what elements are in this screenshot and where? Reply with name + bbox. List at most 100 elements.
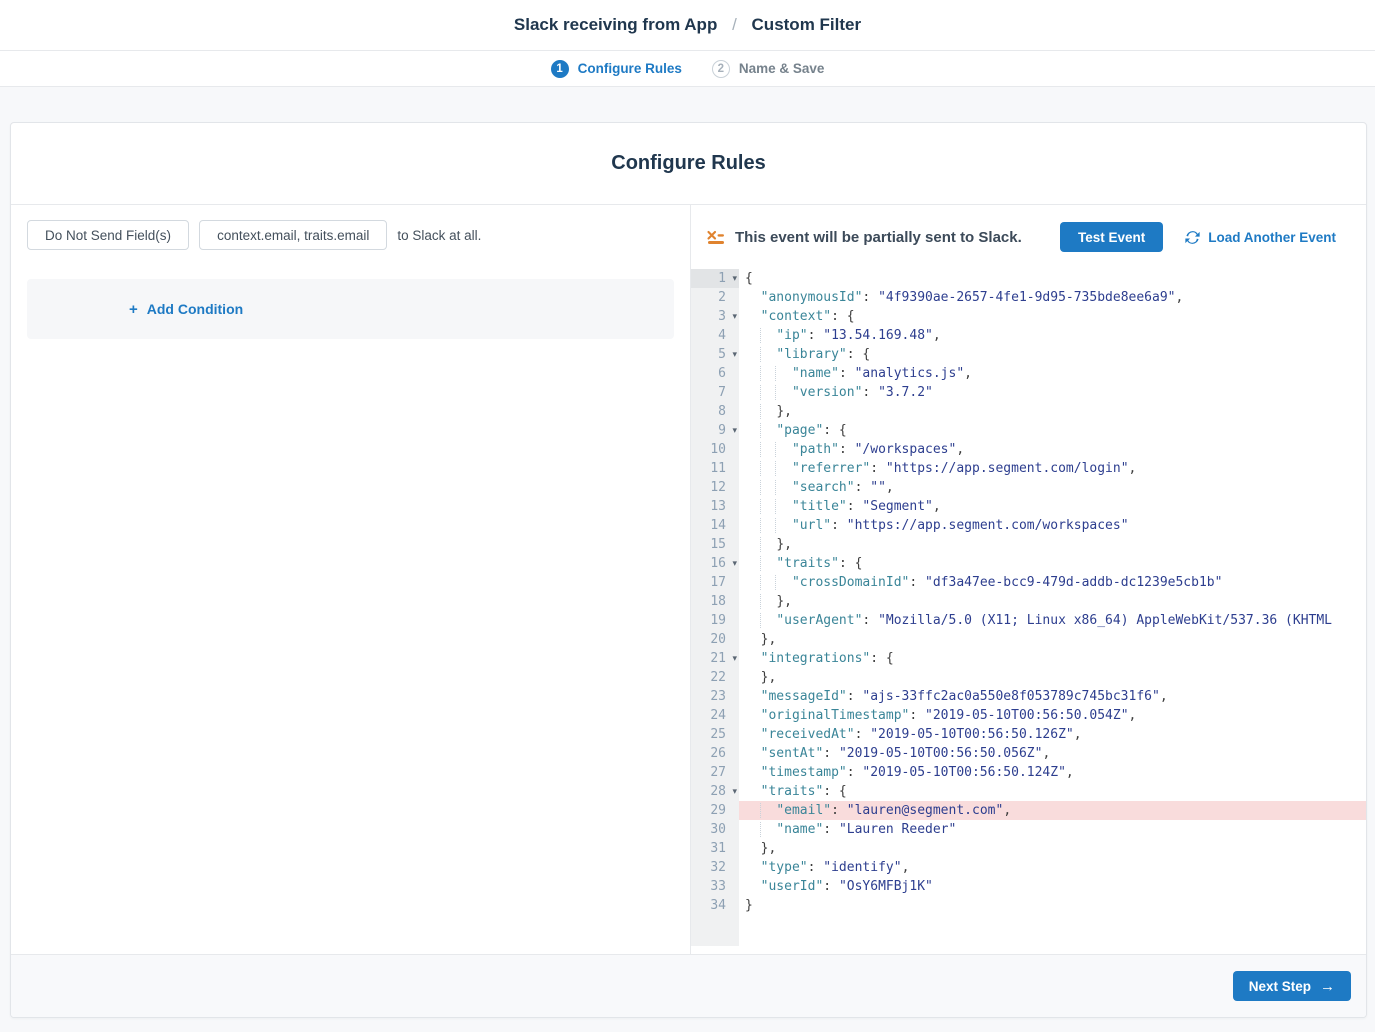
next-step-label: Next Step: [1249, 979, 1311, 994]
code-line: "integrations": {: [739, 649, 1366, 668]
code-line: }: [739, 896, 1366, 915]
gutter-line-number: 3▾: [691, 307, 739, 326]
gutter-line-number: 7: [691, 383, 739, 402]
gutter-line-number: 29: [691, 801, 739, 820]
gutter-line-number: 22: [691, 668, 739, 687]
refresh-icon: [1185, 230, 1200, 245]
gutter-line-number: 20: [691, 630, 739, 649]
code-line: "name": "Lauren Reeder": [739, 820, 1366, 839]
gutter-line-number: 4: [691, 326, 739, 345]
load-another-event-label: Load Another Event: [1208, 230, 1336, 245]
gutter-line-number: 31: [691, 839, 739, 858]
code-line: },: [739, 402, 1366, 421]
step-2-badge: 2: [712, 60, 730, 78]
fold-toggle-icon[interactable]: ▾: [732, 308, 737, 327]
breadcrumb: Slack receiving from App / Custom Filter: [514, 15, 861, 35]
partial-filter-icon: [707, 230, 725, 245]
gutter-line-number: 8: [691, 402, 739, 421]
test-event-button[interactable]: Test Event: [1060, 222, 1163, 252]
code-line: "name": "analytics.js",: [739, 364, 1366, 383]
breadcrumb-primary[interactable]: Slack receiving from App: [514, 15, 717, 34]
code-line: "sentAt": "2019-05-10T00:56:50.056Z",: [739, 744, 1366, 763]
breadcrumb-secondary: Custom Filter: [752, 15, 862, 34]
code-line: "timestamp": "2019-05-10T00:56:50.124Z",: [739, 763, 1366, 782]
code-line: "traits": {: [739, 554, 1366, 573]
code-line: "traits": {: [739, 782, 1366, 801]
fold-toggle-icon[interactable]: ▾: [732, 650, 737, 669]
rule-builder-panel: Do Not Send Field(s) context.email, trai…: [11, 205, 691, 954]
code-line: "type": "identify",: [739, 858, 1366, 877]
configure-rules-card: Configure Rules Do Not Send Field(s) con…: [10, 122, 1367, 1018]
gutter-line-number: 14: [691, 516, 739, 535]
gutter-line-number: 25: [691, 725, 739, 744]
gutter-line-number: 21▾: [691, 649, 739, 668]
gutter-line-number: 30: [691, 820, 739, 839]
arrow-right-icon: →: [1320, 978, 1335, 995]
gutter-line-number: 16▾: [691, 554, 739, 573]
editor-code[interactable]: { "anonymousId": "4f9390ae-2657-4fe1-9d9…: [739, 269, 1366, 946]
load-another-event-button[interactable]: Load Another Event: [1185, 230, 1336, 245]
code-line: "originalTimestamp": "2019-05-10T00:56:5…: [739, 706, 1366, 725]
code-line: "version": "3.7.2": [739, 383, 1366, 402]
topbar: Slack receiving from App / Custom Filter: [0, 0, 1375, 51]
filter-fields-button[interactable]: context.email, traits.email: [199, 220, 387, 250]
step-name-save[interactable]: 2 Name & Save: [712, 60, 825, 78]
gutter-line-number: 34: [691, 896, 739, 915]
gutter-line-number: 32: [691, 858, 739, 877]
gutter-line-number: 24: [691, 706, 739, 725]
code-line: {: [739, 269, 1366, 288]
code-line: },: [739, 592, 1366, 611]
gutter-line-number: 5▾: [691, 345, 739, 364]
fold-toggle-icon[interactable]: ▾: [732, 555, 737, 574]
fold-toggle-icon[interactable]: ▾: [732, 270, 737, 289]
gutter-line-number: 13: [691, 497, 739, 516]
add-condition-label: Add Condition: [147, 301, 243, 317]
code-line: "library": {: [739, 345, 1366, 364]
code-line: "search": "",: [739, 478, 1366, 497]
gutter-line-number: 10: [691, 440, 739, 459]
json-editor[interactable]: 1▾23▾45▾6789▾10111213141516▾1718192021▾2…: [691, 269, 1366, 946]
code-line: "crossDomainId": "df3a47ee-bcc9-479d-add…: [739, 573, 1366, 592]
filter-action-button[interactable]: Do Not Send Field(s): [27, 220, 189, 250]
gutter-line-number: 26: [691, 744, 739, 763]
gutter-line-number: 15: [691, 535, 739, 554]
code-line: },: [739, 630, 1366, 649]
gutter-line-number: 2: [691, 288, 739, 307]
breadcrumb-separator: /: [732, 15, 737, 34]
editor-gutter: 1▾23▾45▾6789▾10111213141516▾1718192021▾2…: [691, 269, 739, 946]
gutter-line-number: 11: [691, 459, 739, 478]
code-line: "ip": "13.54.169.48",: [739, 326, 1366, 345]
next-step-button[interactable]: Next Step →: [1233, 971, 1351, 1001]
code-line: "userAgent": "Mozilla/5.0 (X11; Linux x8…: [739, 611, 1366, 630]
code-line: },: [739, 535, 1366, 554]
gutter-line-number: 23: [691, 687, 739, 706]
gutter-line-number: 18: [691, 592, 739, 611]
code-line: },: [739, 668, 1366, 687]
gutter-line-number: 33: [691, 877, 739, 896]
step-configure-rules[interactable]: 1 Configure Rules: [551, 60, 682, 78]
event-preview-panel: This event will be partially sent to Sla…: [691, 205, 1366, 954]
code-line: "userId": "OsY6MFBj1K": [739, 877, 1366, 896]
code-line: "anonymousId": "4f9390ae-2657-4fe1-9d95-…: [739, 288, 1366, 307]
code-line: "referrer": "https://app.segment.com/log…: [739, 459, 1366, 478]
code-line: "page": {: [739, 421, 1366, 440]
code-line: "url": "https://app.segment.com/workspac…: [739, 516, 1366, 535]
gutter-line-number: 1▾: [691, 269, 739, 288]
gutter-line-number: 12: [691, 478, 739, 497]
gutter-line-number: 9▾: [691, 421, 739, 440]
card-footer: Next Step →: [11, 954, 1366, 1017]
stepper: 1 Configure Rules 2 Name & Save: [0, 51, 1375, 87]
gutter-line-number: 6: [691, 364, 739, 383]
card-header: Configure Rules: [11, 123, 1366, 205]
status-text: This event will be partially sent to Sla…: [735, 229, 1022, 246]
add-condition-button[interactable]: + Add Condition: [129, 301, 243, 318]
fold-toggle-icon[interactable]: ▾: [732, 346, 737, 365]
code-line: "messageId": "ajs-33ffc2ac0a550e8f053789…: [739, 687, 1366, 706]
step-1-badge: 1: [551, 60, 569, 78]
fold-toggle-icon[interactable]: ▾: [732, 422, 737, 441]
fold-toggle-icon[interactable]: ▾: [732, 783, 737, 802]
add-condition-box: + Add Condition: [27, 279, 674, 339]
gutter-line-number: 28▾: [691, 782, 739, 801]
code-line: },: [739, 839, 1366, 858]
code-line: "path": "/workspaces",: [739, 440, 1366, 459]
